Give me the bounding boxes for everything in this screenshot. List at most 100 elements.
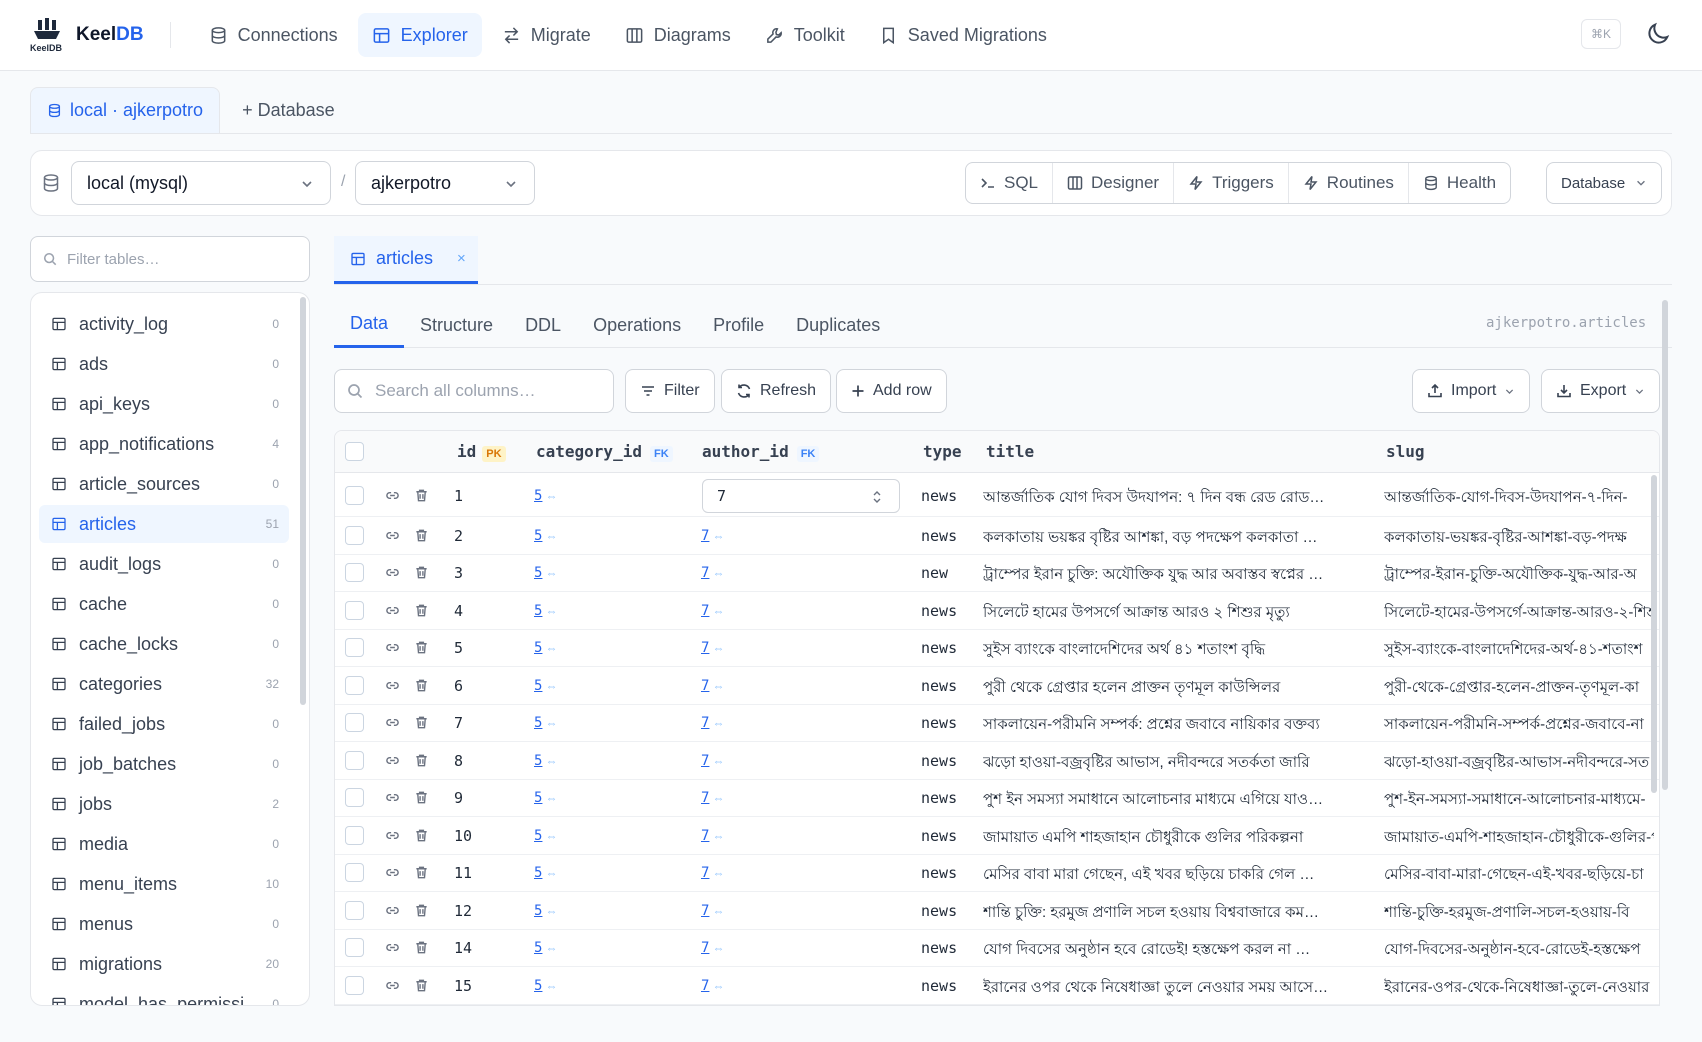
command-palette-button[interactable]: ⌘K [1581, 19, 1621, 49]
cell-slug[interactable]: সিলেটে-হামের-উপসর্গে-আক্রান্ত-আরও-২-শিশু [1384, 601, 1654, 626]
open-row-button[interactable] [385, 903, 400, 923]
table-item-ads[interactable]: ads 0 [39, 345, 289, 383]
nav-connections[interactable]: Connections [195, 13, 352, 57]
cell-slug[interactable]: আন্তর্জাতিক-যোগ-দিবস-উদযাপন-৭-দিন- [1384, 486, 1654, 511]
cell-author-id[interactable]: 7 ⇔ [701, 977, 724, 994]
row-checkbox[interactable] [345, 975, 364, 995]
cell-author-id[interactable]: 7 ⇔ [701, 527, 724, 544]
cell-category-id[interactable]: 5 ⇔ [534, 827, 557, 844]
delete-row-button[interactable] [414, 978, 429, 998]
cell-category-id[interactable]: 5 ⇔ [534, 639, 557, 656]
cell-category-id[interactable]: 5 ⇔ [534, 902, 557, 919]
cell-type[interactable]: news [921, 864, 957, 882]
triggers-button[interactable]: Triggers [1174, 163, 1289, 203]
open-row-button[interactable] [385, 603, 400, 623]
row-checkbox[interactable] [345, 750, 364, 770]
delete-row-button[interactable] [414, 603, 429, 623]
open-row-button[interactable] [385, 565, 400, 585]
designer-button[interactable]: Designer [1053, 163, 1175, 203]
row-checkbox[interactable] [345, 788, 364, 808]
nav-migrate[interactable]: Migrate [488, 13, 605, 57]
cell-id[interactable]: 3 [454, 564, 463, 582]
cell-category-id[interactable]: 5 ⇔ [534, 487, 557, 504]
database-select[interactable]: ajkerpotro [355, 161, 535, 205]
cell-category-id[interactable]: 5 ⇔ [534, 564, 557, 581]
cell-category-id[interactable]: 5 ⇔ [534, 977, 557, 994]
cell-id[interactable]: 7 [454, 714, 463, 732]
cell-category-id[interactable]: 5 ⇔ [534, 602, 557, 619]
select-all-checkbox[interactable] [345, 442, 364, 461]
cell-slug[interactable]: মেসির-বাবা-মারা-গেছেন-এই-খবর-ছড়িয়ে-চা [1384, 863, 1654, 888]
cell-title[interactable]: ইরানের ওপর থেকে নিষেধাজ্ঞা তুলে নেওয়ার … [983, 976, 1375, 1001]
table-row[interactable]: 12 5 ⇔ 7 ⇔ news শান্তি চুক্তি: হরমুজ প্রণালি স… [335, 892, 1659, 930]
column-header-title[interactable]: title [986, 442, 1034, 461]
tab-ddl[interactable]: DDL [509, 302, 577, 348]
table-item-migrations[interactable]: migrations 20 [39, 945, 289, 983]
cell-category-id[interactable]: 5 ⇔ [534, 939, 557, 956]
table-item-menus[interactable]: menus 0 [39, 905, 289, 943]
column-header-category-id[interactable]: category_id FK [536, 442, 673, 462]
cell-slug[interactable]: জামায়াত-এমপি-শাহজাহান-চৌধুরীকে-গুলির-প [1384, 826, 1654, 851]
open-row-button[interactable] [385, 488, 400, 508]
table-row[interactable]: 2 5 ⇔ 7 ⇔ news কলকাতায় ভয়ঙ্কর বৃষ্টির আশঙ্কা… [335, 517, 1659, 555]
cell-id[interactable]: 12 [454, 902, 472, 920]
cell-type[interactable]: news [921, 639, 957, 657]
cell-title[interactable]: যোগ দিবসের অনুষ্ঠান হবে রোডেই! হস্তক্ষেপ… [983, 938, 1375, 963]
add-row-button[interactable]: Add row [836, 369, 947, 413]
filter-tables-input[interactable]: Filter tables… [30, 236, 310, 282]
open-row-button[interactable] [385, 753, 400, 773]
table-row[interactable]: 11 5 ⇔ 7 ⇔ news মেসির বাবা মারা গেছেন, এই খবর … [335, 855, 1659, 892]
table-item-activity-log[interactable]: activity_log 0 [39, 305, 289, 343]
cell-author-id[interactable]: 7 ⇔ [701, 939, 724, 956]
cell-author-id[interactable]: 7 ⇔ [701, 827, 724, 844]
cell-title[interactable]: ট্রাম্পের ইরান চুক্তি: অযৌক্তিক যুদ্ধ আর… [983, 563, 1375, 588]
open-row-button[interactable] [385, 790, 400, 810]
table-row[interactable]: 10 5 ⇔ 7 ⇔ news জামায়াত এমপি শাহজাহান চৌধুরীক… [335, 817, 1659, 855]
table-item-audit-logs[interactable]: audit_logs 0 [39, 545, 289, 583]
cell-type[interactable]: news [921, 677, 957, 695]
cell-slug[interactable]: কলকাতায়-ভয়ঙ্কর-বৃষ্টির-আশঙ্কা-বড়-পদক্… [1384, 526, 1654, 551]
row-checkbox[interactable] [345, 675, 364, 695]
cell-title[interactable]: শান্তি চুক্তি: হরমুজ প্রণালি সচল হওয়ায়… [983, 901, 1375, 926]
cell-type[interactable]: news [921, 977, 957, 995]
nav-explorer[interactable]: Explorer [357, 13, 482, 57]
cell-slug[interactable]: ঝড়ো-হাওয়া-বজ্রবৃষ্টির-আভাস-নদীবন্দরে-স… [1384, 751, 1654, 776]
tab-data[interactable]: Data [334, 302, 405, 348]
row-checkbox[interactable] [345, 863, 364, 883]
cell-category-id[interactable]: 5 ⇔ [534, 789, 557, 806]
table-item-jobs[interactable]: jobs 2 [39, 785, 289, 823]
cell-author-id[interactable]: 7 ⇔ [701, 564, 724, 581]
refresh-button[interactable]: Refresh [721, 369, 832, 413]
row-checkbox[interactable] [345, 900, 364, 920]
cell-title[interactable]: সিলেটে হামের উপসর্গে আক্রান্ত আরও ২ শিশু… [983, 601, 1375, 626]
delete-row-button[interactable] [414, 640, 429, 660]
table-item-api-keys[interactable]: api_keys 0 [39, 385, 289, 423]
cell-author-id[interactable]: 7 ⇔ [701, 714, 724, 731]
table-item-menu-items[interactable]: menu_items 10 [39, 865, 289, 903]
table-item-model-has-permissi[interactable]: model_has_permissi 0 [39, 985, 289, 1005]
cell-title[interactable]: জামায়াত এমপি শাহজাহান চৌধুরীকে গুলির পর… [983, 826, 1375, 851]
cell-slug[interactable]: পুরী-থেকে-গ্রেপ্তার-হলেন-প্রাক্তন-তৃণমূল… [1384, 676, 1654, 701]
table-item-categories[interactable]: categories 32 [39, 665, 289, 703]
open-row-button[interactable] [385, 640, 400, 660]
delete-row-button[interactable] [414, 678, 429, 698]
cell-title[interactable]: সুইস ব্যাংকে বাংলাদেশিদের অর্থ ৪১ শতাংশ … [983, 638, 1375, 663]
health-button[interactable]: Health [1409, 163, 1510, 203]
table-item-cache-locks[interactable]: cache_locks 0 [39, 625, 289, 663]
table-row[interactable]: 3 5 ⇔ 7 ⇔ new ট্রাম্পের ইরান চুক্তি: অযৌক্তিক … [335, 555, 1659, 592]
tab-articles[interactable]: articles × [334, 236, 478, 284]
cell-slug[interactable]: পুশ-ইন-সমস্যা-সমাধানে-আলোচনার-মাধ্যমে- [1384, 788, 1654, 813]
table-item-articles[interactable]: articles 51 [39, 505, 289, 543]
open-row-button[interactable] [385, 678, 400, 698]
row-checkbox[interactable] [345, 638, 364, 658]
column-header-slug[interactable]: slug [1386, 442, 1425, 461]
cell-category-id[interactable]: 5 ⇔ [534, 864, 557, 881]
database-menu-dropdown[interactable]: Database [1546, 162, 1662, 204]
table-item-job-batches[interactable]: job_batches 0 [39, 745, 289, 783]
table-row[interactable]: 7 5 ⇔ 7 ⇔ news সাকলায়েন-পরীমনি সম্পর্ক: প্রশ্… [335, 705, 1659, 742]
cell-title[interactable]: ঝড়ো হাওয়া-বজ্রবৃষ্টির আভাস, নদীবন্দরে … [983, 751, 1375, 776]
cell-author-id[interactable]: 7 ⇔ [701, 864, 724, 881]
delete-row-button[interactable] [414, 488, 429, 508]
cell-slug[interactable]: ইরানের-ওপর-থেকে-নিষেধাজ্ঞা-তুলে-নেওয়ার [1384, 976, 1654, 1001]
delete-row-button[interactable] [414, 753, 429, 773]
